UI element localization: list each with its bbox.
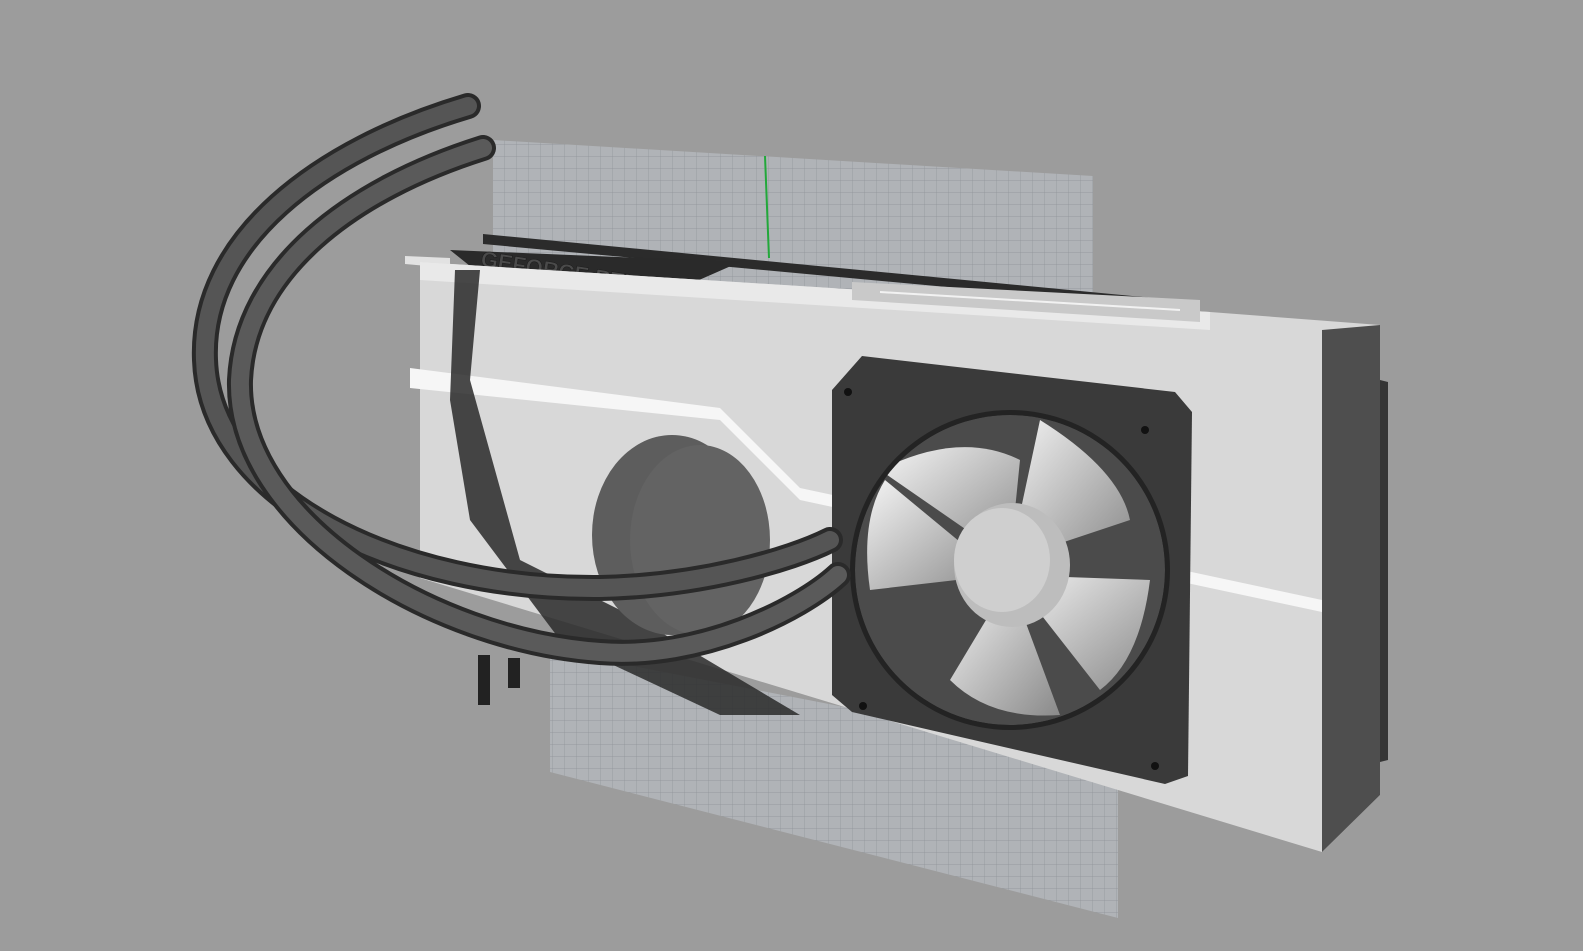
radiator-fan[interactable] [832,356,1192,784]
viewport-canvas[interactable]: GEFORCE RTX [0,0,1583,951]
screw-icon [859,702,867,710]
3d-viewport[interactable]: GEFORCE RTX [0,0,1583,951]
screw-icon [1151,762,1159,770]
shroud-side [1322,325,1380,852]
screw-icon [1141,426,1149,434]
screw-icon [844,388,852,396]
